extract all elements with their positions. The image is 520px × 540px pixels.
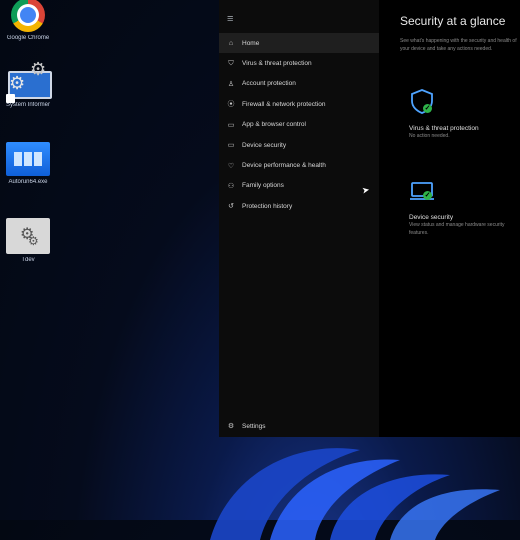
sidebar-item-label: Firewall & network protection [242, 100, 326, 108]
heart-icon: ♡ [227, 162, 235, 170]
wallpaper-bloom [210, 448, 500, 540]
status-ok-check-icon: ✓ [423, 104, 432, 113]
card-virus-threat-protection[interactable]: Virus & threat protection No action need… [409, 125, 519, 141]
desktop-icon-system-informer[interactable]: ⚙ ⚙ System Informer [3, 59, 53, 108]
sidebar: ≡ ⌂ Home ⛉ Virus & threat protection ♙ A… [219, 0, 379, 437]
history-icon: ↺ [228, 203, 234, 211]
shield-icon: ⛉ [228, 59, 234, 67]
sidebar-item-settings[interactable]: ⚙ Settings [219, 416, 379, 436]
card-label: Virus & threat protection [409, 125, 479, 132]
browser-window-icon: ▭ [227, 121, 235, 129]
chrome-icon [11, 0, 45, 32]
sidebar-item-label: Account protection [242, 80, 296, 88]
sidebar-item-protection-history[interactable]: ↺ Protection history [219, 196, 379, 216]
card-label: Device security [409, 214, 454, 221]
sidebar-item-virus-threat-protection[interactable]: ⛉ Virus & threat protection [219, 53, 379, 73]
desktop-icon-tdev[interactable]: ⚙ ⚙ Tdev [3, 218, 53, 263]
shortcut-arrow-icon [6, 94, 15, 103]
tdev-icon: ⚙ ⚙ [6, 218, 50, 254]
sidebar-item-device-security[interactable]: ▭ Device security [219, 135, 379, 155]
home-icon: ⌂ [228, 39, 234, 47]
sidebar-item-home[interactable]: ⌂ Home [219, 33, 379, 54]
card-status: View status and manage hardware security… [409, 222, 505, 236]
page-title: Security at a glance [400, 14, 506, 28]
desktop-icon-chrome[interactable]: Google Chrome [3, 0, 53, 41]
sidebar-item-app-browser-control[interactable]: ▭ App & browser control [219, 115, 379, 135]
sidebar-item-label: Device performance & health [242, 162, 326, 170]
mouse-cursor-icon: ➤ [361, 184, 371, 196]
settings-label: Settings [242, 422, 266, 430]
desktop-icon-label: Autorun64.exe [8, 179, 48, 185]
desktop-icon-label: Tdev [21, 257, 35, 263]
sidebar-nav: ⌂ Home ⛉ Virus & threat protection ♙ Acc… [219, 33, 379, 217]
gear-icon: ⚙ [227, 423, 235, 431]
sidebar-item-label: Device security [242, 141, 287, 149]
desktop-icon-label: Google Chrome [6, 35, 50, 41]
system-informer-icon: ⚙ ⚙ [6, 59, 52, 103]
sidebar-item-label: Home [242, 39, 260, 47]
desktop-icon-autorun[interactable]: Autorun64.exe [3, 142, 53, 185]
sidebar-item-family-options[interactable]: ⚇ Family options [219, 176, 379, 196]
autorun-icon [6, 142, 50, 176]
laptop-icon: ▭ [227, 142, 235, 150]
wifi-icon: ⦿ [227, 101, 235, 109]
sidebar-item-label: Family options [242, 182, 284, 190]
hamburger-menu-icon[interactable]: ≡ [227, 13, 233, 25]
card-status: No action needed. [409, 133, 450, 139]
main-content: Security at a glance See what's happenin… [379, 0, 520, 437]
page-subtitle: See what's happening with the security a… [400, 38, 517, 52]
sidebar-item-firewall-network-protection[interactable]: ⦿ Firewall & network protection [219, 94, 379, 114]
sidebar-item-account-protection[interactable]: ♙ Account protection [219, 74, 379, 94]
card-device-security[interactable]: Device security View status and manage h… [409, 214, 519, 237]
person-icon: ♙ [227, 80, 235, 88]
windows-security-window: ≡ ⌂ Home ⛉ Virus & threat protection ♙ A… [219, 0, 520, 437]
sidebar-item-device-performance-health[interactable]: ♡ Device performance & health [219, 155, 379, 175]
status-ok-check-icon: ✓ [423, 191, 432, 200]
sidebar-item-label: Protection history [242, 202, 293, 210]
sidebar-item-label: App & browser control [242, 121, 306, 129]
sidebar-item-label: Virus & threat protection [242, 60, 312, 68]
family-icon: ⚇ [227, 182, 235, 190]
